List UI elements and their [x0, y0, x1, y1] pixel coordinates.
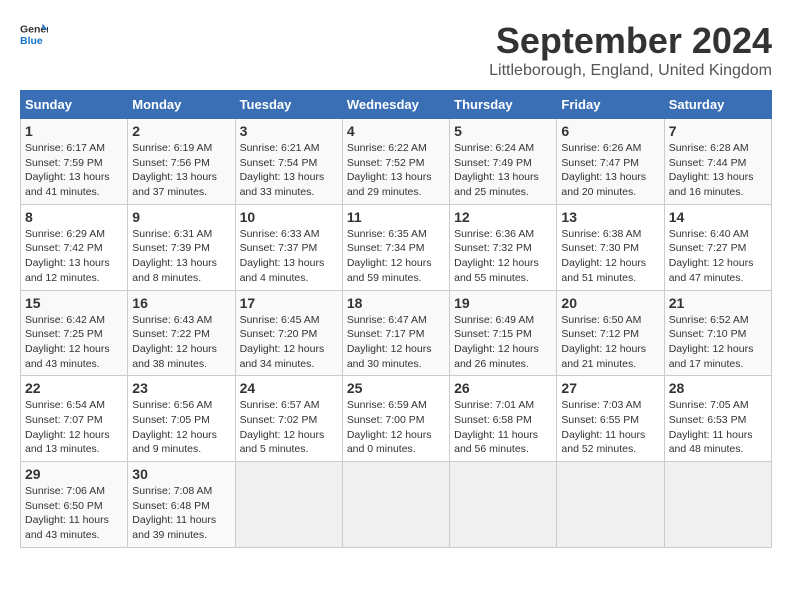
day-header-friday: Friday — [557, 91, 664, 119]
calendar-cell: 12Sunrise: 6:36 AMSunset: 7:32 PMDayligh… — [450, 204, 557, 290]
calendar-cell: 21Sunrise: 6:52 AMSunset: 7:10 PMDayligh… — [664, 290, 771, 376]
calendar-cell: 7Sunrise: 6:28 AMSunset: 7:44 PMDaylight… — [664, 119, 771, 205]
calendar-cell: 22Sunrise: 6:54 AMSunset: 7:07 PMDayligh… — [21, 376, 128, 462]
calendar-cell — [342, 462, 449, 548]
day-header-thursday: Thursday — [450, 91, 557, 119]
svg-text:Blue: Blue — [20, 35, 43, 47]
calendar-cell: 8Sunrise: 6:29 AMSunset: 7:42 PMDaylight… — [21, 204, 128, 290]
calendar-cell: 29Sunrise: 7:06 AMSunset: 6:50 PMDayligh… — [21, 462, 128, 548]
day-header-wednesday: Wednesday — [342, 91, 449, 119]
subtitle: Littleborough, England, United Kingdom — [489, 62, 772, 80]
calendar-cell — [235, 462, 342, 548]
calendar-cell — [664, 462, 771, 548]
day-header-sunday: Sunday — [21, 91, 128, 119]
calendar-cell: 26Sunrise: 7:01 AMSunset: 6:58 PMDayligh… — [450, 376, 557, 462]
calendar-cell: 27Sunrise: 7:03 AMSunset: 6:55 PMDayligh… — [557, 376, 664, 462]
calendar-cell: 23Sunrise: 6:56 AMSunset: 7:05 PMDayligh… — [128, 376, 235, 462]
calendar-cell: 4Sunrise: 6:22 AMSunset: 7:52 PMDaylight… — [342, 119, 449, 205]
calendar-cell: 15Sunrise: 6:42 AMSunset: 7:25 PMDayligh… — [21, 290, 128, 376]
calendar-cell — [450, 462, 557, 548]
calendar-cell: 30Sunrise: 7:08 AMSunset: 6:48 PMDayligh… — [128, 462, 235, 548]
calendar-cell: 3Sunrise: 6:21 AMSunset: 7:54 PMDaylight… — [235, 119, 342, 205]
calendar-cell: 10Sunrise: 6:33 AMSunset: 7:37 PMDayligh… — [235, 204, 342, 290]
calendar-cell: 13Sunrise: 6:38 AMSunset: 7:30 PMDayligh… — [557, 204, 664, 290]
calendar-cell: 5Sunrise: 6:24 AMSunset: 7:49 PMDaylight… — [450, 119, 557, 205]
logo: General Blue — [20, 20, 48, 48]
calendar-cell — [557, 462, 664, 548]
calendar-cell: 2Sunrise: 6:19 AMSunset: 7:56 PMDaylight… — [128, 119, 235, 205]
month-title: September 2024 — [489, 20, 772, 62]
calendar-cell: 6Sunrise: 6:26 AMSunset: 7:47 PMDaylight… — [557, 119, 664, 205]
calendar-cell: 11Sunrise: 6:35 AMSunset: 7:34 PMDayligh… — [342, 204, 449, 290]
calendar-cell: 20Sunrise: 6:50 AMSunset: 7:12 PMDayligh… — [557, 290, 664, 376]
calendar-cell: 24Sunrise: 6:57 AMSunset: 7:02 PMDayligh… — [235, 376, 342, 462]
day-header-saturday: Saturday — [664, 91, 771, 119]
calendar-cell: 1Sunrise: 6:17 AMSunset: 7:59 PMDaylight… — [21, 119, 128, 205]
calendar-cell: 25Sunrise: 6:59 AMSunset: 7:00 PMDayligh… — [342, 376, 449, 462]
calendar-cell: 19Sunrise: 6:49 AMSunset: 7:15 PMDayligh… — [450, 290, 557, 376]
day-header-tuesday: Tuesday — [235, 91, 342, 119]
calendar-cell: 9Sunrise: 6:31 AMSunset: 7:39 PMDaylight… — [128, 204, 235, 290]
calendar-cell: 14Sunrise: 6:40 AMSunset: 7:27 PMDayligh… — [664, 204, 771, 290]
calendar-cell: 16Sunrise: 6:43 AMSunset: 7:22 PMDayligh… — [128, 290, 235, 376]
calendar-cell: 28Sunrise: 7:05 AMSunset: 6:53 PMDayligh… — [664, 376, 771, 462]
day-header-monday: Monday — [128, 91, 235, 119]
calendar-cell: 18Sunrise: 6:47 AMSunset: 7:17 PMDayligh… — [342, 290, 449, 376]
calendar-cell: 17Sunrise: 6:45 AMSunset: 7:20 PMDayligh… — [235, 290, 342, 376]
